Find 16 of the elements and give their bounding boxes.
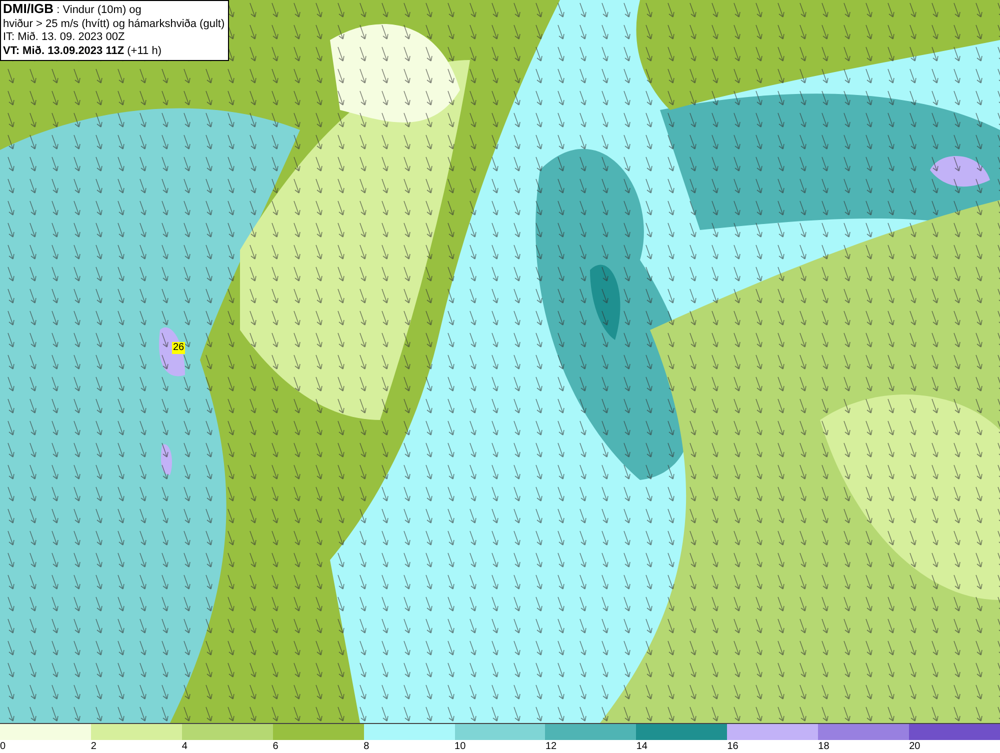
scale-label: 12 [545,741,557,752]
scale-label: 0 [0,741,6,752]
scale-label: 20 [909,741,920,752]
scale-label: 4 [182,741,188,752]
header-text: DMI/IGB : Vindur (10m) og [3,2,142,18]
scale-label: 6 [272,741,278,752]
header-text: IT: Mið. 13. 09. 2023 00Z [3,31,126,44]
gust-label: 26 [172,342,186,354]
scale-label: 16 [727,741,738,752]
scale-label: 18 [818,741,830,752]
header-text: VT: Mið. 13.09.2023 11Z (+11 h) [3,44,162,58]
scale-label: 14 [636,741,648,752]
scale-label: 2 [90,741,96,752]
scale-label: 10 [454,741,466,752]
header-text: hviður > 25 m/s (hvítt) og hámarkshviða (gult) [3,18,225,31]
scale-label: 8 [364,741,370,752]
